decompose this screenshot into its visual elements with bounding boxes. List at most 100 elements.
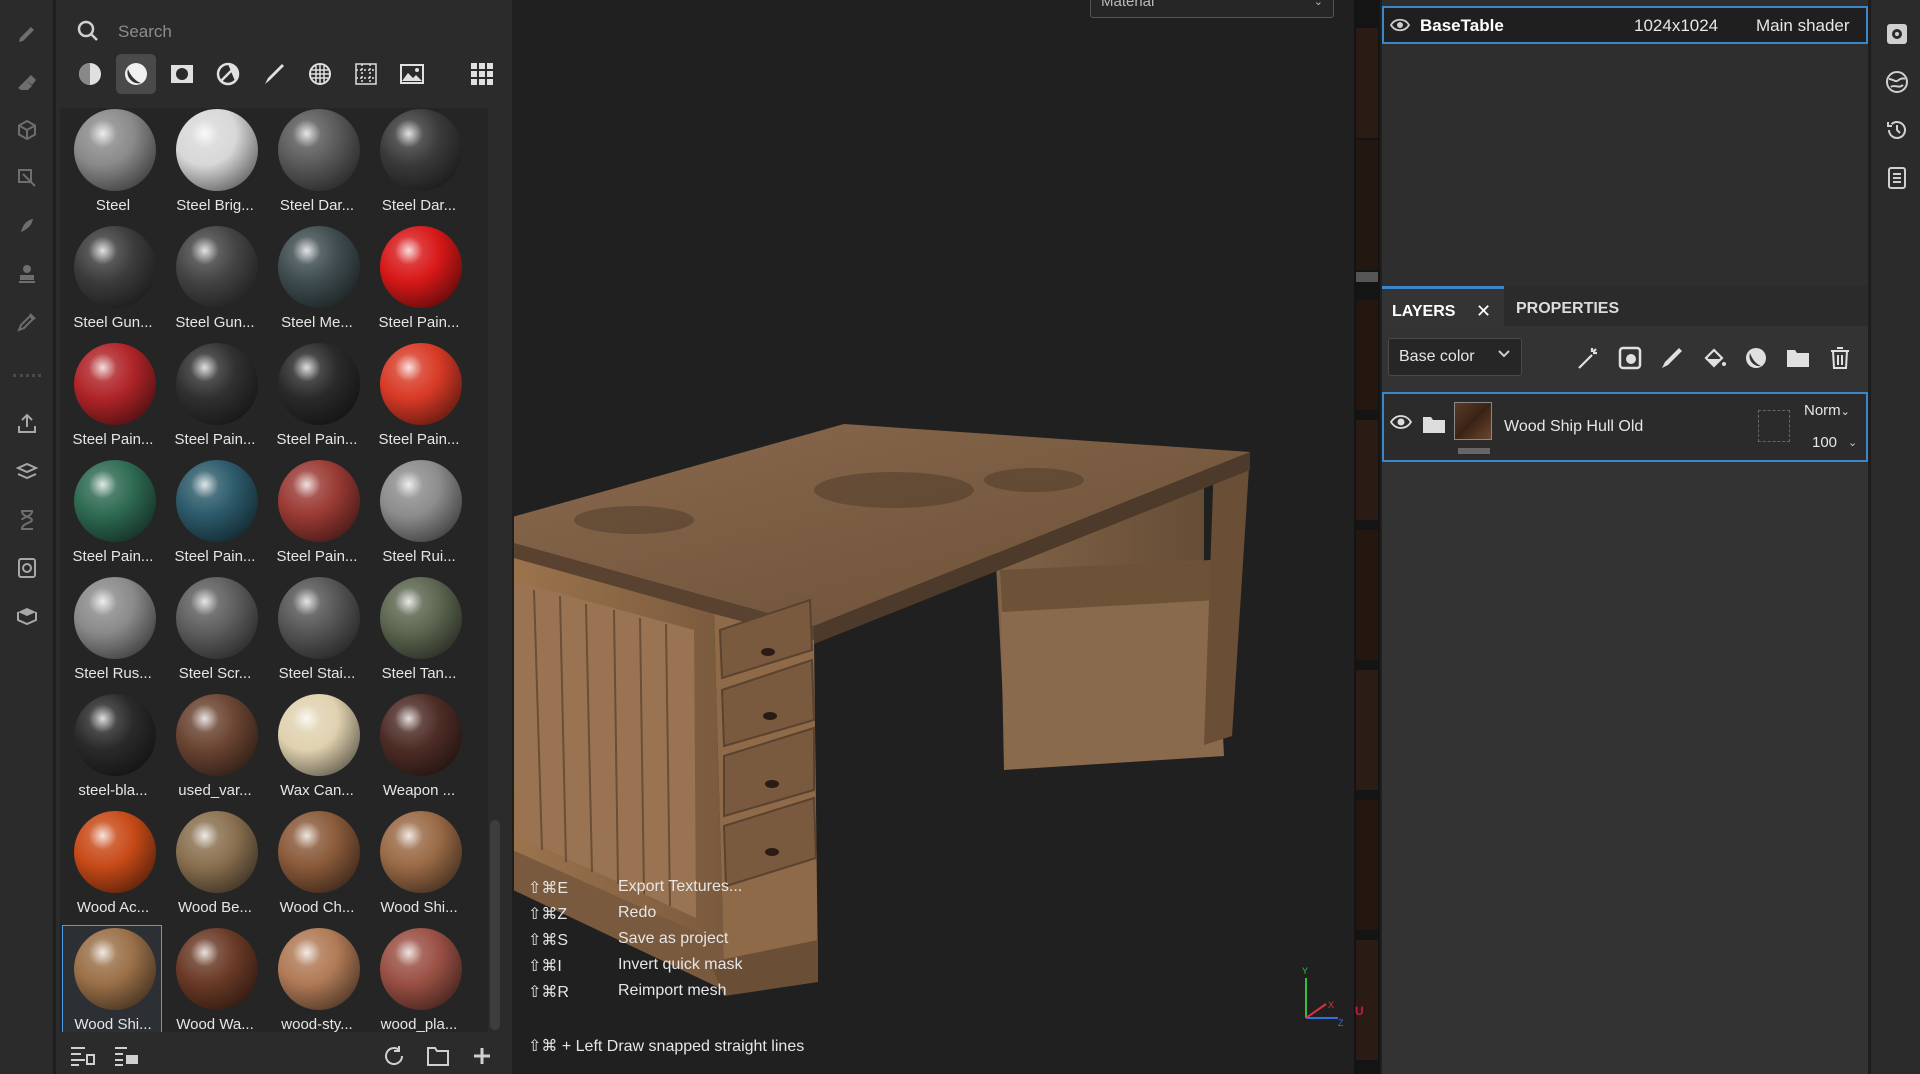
material-item[interactable]: Steel Pain... — [164, 457, 264, 571]
filters-icon[interactable] — [208, 54, 248, 94]
add-fill-layer-icon[interactable] — [1698, 342, 1730, 374]
paint-brush-tool-icon[interactable] — [11, 18, 43, 50]
material-label: Wood Be... — [178, 899, 252, 916]
material-item[interactable]: Weapon ... — [368, 691, 468, 805]
search-input[interactable] — [118, 18, 478, 46]
grid-view-icon[interactable] — [462, 54, 502, 94]
add-folder-icon[interactable] — [1782, 342, 1814, 374]
material-item[interactable]: Steel Rui... — [368, 457, 468, 571]
material-item[interactable]: Steel — [62, 108, 162, 220]
list-view-icon[interactable] — [110, 1042, 142, 1070]
material-label: used_var... — [178, 782, 252, 799]
material-preview-sphere — [176, 109, 258, 191]
add-mask-icon[interactable] — [1614, 342, 1646, 374]
delete-layer-icon[interactable] — [1824, 342, 1856, 374]
material-label: Wood Ac... — [76, 899, 150, 916]
all-materials-icon[interactable] — [70, 54, 110, 94]
eye-icon[interactable] — [1390, 18, 1410, 32]
projection-tool-icon[interactable] — [11, 114, 43, 146]
eye-icon[interactable] — [1390, 414, 1412, 430]
layer-opacity[interactable]: 100 — [1812, 434, 1837, 451]
alphas-icon[interactable] — [300, 54, 340, 94]
plugin-box-icon[interactable] — [11, 600, 43, 632]
settings-gear-icon[interactable] — [1883, 20, 1911, 48]
material-item[interactable]: Wood Be... — [164, 808, 264, 922]
material-item[interactable]: wood-sty... — [266, 925, 366, 1032]
material-item[interactable]: Steel Pain... — [368, 223, 468, 337]
material-item[interactable]: Steel Dar... — [266, 108, 366, 220]
material-item[interactable]: Steel Pain... — [368, 340, 468, 454]
material-grid: Steel Steel Brig... Steel Dar... Steel Dar.… — [60, 108, 488, 1032]
texture-set-row[interactable]: BaseTable 1024x1024 Main shader — [1382, 6, 1868, 44]
iray-render-icon[interactable] — [11, 552, 43, 584]
environment-globe-icon[interactable] — [1883, 68, 1911, 96]
bake-mesh-maps-icon[interactable] — [11, 456, 43, 488]
material-item[interactable]: Steel Me... — [266, 223, 366, 337]
material-item[interactable]: Wax Can... — [266, 691, 366, 805]
shelf-scrollbar[interactable] — [490, 820, 500, 1030]
material-item[interactable]: Steel Pain... — [266, 340, 366, 454]
blend-mode-dropdown[interactable]: Norm⌄ — [1804, 402, 1850, 419]
material-item[interactable]: Steel Pain... — [164, 340, 264, 454]
material-label: Steel Pain... — [72, 548, 154, 565]
chevron-down-icon[interactable]: ⌄ — [1848, 436, 1857, 449]
shortcut-keys: ⇧⌘R — [528, 984, 569, 1001]
material-item[interactable]: Steel Tan... — [368, 574, 468, 688]
textures-icon[interactable] — [392, 54, 432, 94]
material-item[interactable]: Wood Shi... — [368, 808, 468, 922]
material-item[interactable]: Steel Dar... — [368, 108, 468, 220]
tab-properties[interactable]: PROPERTIES — [1506, 286, 1629, 326]
refresh-icon[interactable] — [378, 1042, 410, 1070]
smart-materials-icon[interactable] — [116, 54, 156, 94]
procedurals-icon[interactable] — [346, 54, 386, 94]
material-item[interactable]: Steel Rus... — [62, 574, 162, 688]
layer-name[interactable]: Wood Ship Hull Old — [1504, 418, 1643, 436]
export-icon[interactable] — [11, 408, 43, 440]
material-item[interactable]: Steel Brig... — [164, 108, 264, 220]
material-item[interactable]: Wood Ac... — [62, 808, 162, 922]
polygon-fill-tool-icon[interactable] — [11, 162, 43, 194]
material-item[interactable]: Steel Scr... — [164, 574, 264, 688]
shortcut-keys: ⇧⌘I — [528, 958, 562, 975]
material-preview-sphere — [176, 460, 258, 542]
2d-view-strip[interactable] — [1354, 0, 1380, 1074]
material-item[interactable]: steel-bla... — [62, 691, 162, 805]
smudge-tool-icon[interactable] — [11, 210, 43, 242]
layer-mask-slot[interactable] — [1758, 410, 1790, 442]
material-item[interactable]: Steel Pain... — [62, 457, 162, 571]
material-item[interactable]: Steel Gun... — [62, 223, 162, 337]
sort-filter-icon[interactable] — [66, 1042, 98, 1070]
material-item[interactable]: wood_pla... — [368, 925, 468, 1032]
material-item[interactable]: Wood Shi... — [62, 925, 162, 1032]
material-item[interactable]: Steel Pain... — [266, 457, 366, 571]
material-item[interactable]: Wood Ch... — [266, 808, 366, 922]
smart-masks-icon[interactable] — [162, 54, 202, 94]
log-list-icon[interactable] — [1883, 164, 1911, 192]
brushes-icon[interactable] — [254, 54, 294, 94]
add-effect-wand-icon[interactable] — [1572, 342, 1604, 374]
shelf-panel: Steel Steel Brig... Steel Dar... Steel Dar.… — [56, 0, 512, 1074]
material-item[interactable]: used_var... — [164, 691, 264, 805]
tab-layers[interactable]: LAYERS ✕ — [1382, 286, 1504, 326]
color-picker-tool-icon[interactable] — [11, 306, 43, 338]
3d-viewport[interactable]: Material ⌄ ⇧⌘E Export Textures... ⇧⌘Z Redo ⇧⌘… — [514, 0, 1354, 1074]
eraser-tool-icon[interactable] — [11, 66, 43, 98]
history-timer-icon[interactable] — [11, 504, 43, 536]
material-label: Steel Pain... — [72, 431, 154, 448]
add-paint-layer-icon[interactable] — [1656, 342, 1688, 374]
shortcut-action: Invert quick mask — [618, 956, 743, 973]
clone-tool-icon[interactable] — [11, 258, 43, 290]
channel-dropdown[interactable]: Base color — [1388, 338, 1522, 376]
material-item[interactable]: Steel Gun... — [164, 223, 264, 337]
layer-row[interactable]: Wood Ship Hull Old Norm⌄ 100 ⌄ — [1382, 392, 1868, 462]
material-item[interactable]: Wood Wa... — [164, 925, 264, 1032]
material-item[interactable]: Steel Stai... — [266, 574, 366, 688]
close-icon[interactable]: ✕ — [1476, 301, 1491, 322]
viewport-shader-dropdown[interactable]: Material ⌄ — [1090, 0, 1334, 18]
history-clock-icon[interactable] — [1883, 116, 1911, 144]
smart-material-icon[interactable] — [1740, 342, 1772, 374]
folder-icon[interactable] — [422, 1042, 454, 1070]
material-preview-sphere — [278, 928, 360, 1010]
material-item[interactable]: Steel Pain... — [62, 340, 162, 454]
add-icon[interactable] — [466, 1042, 498, 1070]
